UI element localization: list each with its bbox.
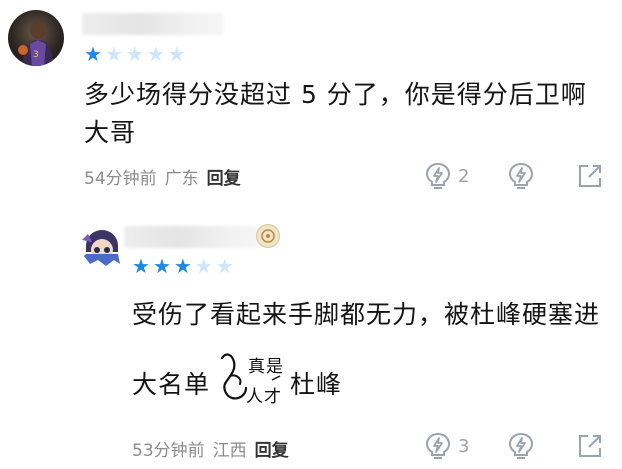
star-rating: ★ ★ ★ ★ ★ <box>84 44 186 64</box>
comment-time: 54分钟前 <box>84 169 157 189</box>
username-blurred[interactable] <box>124 226 260 248</box>
comment-text-segment: 大名单 <box>132 369 211 399</box>
user-badge-icon <box>256 224 280 248</box>
svg-text:3: 3 <box>33 50 39 60</box>
reply-button[interactable]: 回复 <box>207 164 241 189</box>
like-button[interactable]: 2 <box>424 162 469 190</box>
comment-text-segment: 杜峰 <box>290 369 343 399</box>
share-button[interactable] <box>577 433 603 459</box>
like-button[interactable]: 3 <box>424 432 469 460</box>
player-avatar-icon: 3 <box>18 21 54 66</box>
comment-text-line: 大哥 <box>84 118 137 147</box>
star-icon: ★ <box>173 254 192 278</box>
user-avatar[interactable]: 3 <box>8 10 64 66</box>
share-icon <box>579 435 601 457</box>
reply-button[interactable]: 回复 <box>255 436 289 461</box>
lightning-bulb-icon <box>508 432 534 459</box>
star-icon: ★ <box>104 42 123 66</box>
comment-location: 江西 <box>212 441 247 461</box>
star-icon: ★ <box>146 42 165 66</box>
star-icon: ★ <box>194 254 213 278</box>
cartoon-avatar-icon <box>82 230 120 266</box>
lightning-bulb-icon <box>425 432 451 459</box>
hand-drawn-meme-icon: 真是 人才 <box>220 353 284 407</box>
meme-sticker: 真是 人才 <box>216 348 284 421</box>
comment-text-line: 大名单 真是 人才 杜峰 <box>132 348 532 421</box>
dislike-button[interactable] <box>507 162 535 190</box>
comment-text: 多少场得分没超过 5 分了，你是得分后卫啊 大哥 <box>84 76 604 152</box>
like-count: 2 <box>458 165 470 187</box>
like-count: 3 <box>458 435 470 457</box>
comment-text-line: 受伤了看起来手脚都无力，被杜峰硬塞进 <box>132 300 601 329</box>
svg-text:人才: 人才 <box>246 387 282 407</box>
lightning-bulb-icon <box>425 162 451 189</box>
star-icon: ★ <box>84 42 102 66</box>
comment-time: 53分钟前 <box>132 441 205 461</box>
comment-meta: 53分钟前 江西 回复 <box>132 436 289 461</box>
share-icon <box>579 165 601 187</box>
star-icon: ★ <box>125 42 144 66</box>
comment-text-line: 多少场得分没超过 5 分了，你是得分后卫啊 <box>84 80 587 109</box>
star-icon: ★ <box>167 42 186 66</box>
comment-location: 广东 <box>164 169 199 189</box>
user-avatar[interactable] <box>80 226 124 270</box>
comment-meta: 54分钟前 广东 回复 <box>84 164 241 189</box>
star-icon: ★ <box>152 254 171 278</box>
share-button[interactable] <box>577 163 603 189</box>
star-icon: ★ <box>215 254 234 278</box>
username-blurred[interactable] <box>82 13 224 35</box>
meme-text: 真是 <box>248 357 284 377</box>
dislike-button[interactable] <box>507 432 535 460</box>
star-rating: ★ ★ ★ ★ ★ <box>132 256 234 276</box>
lightning-bulb-icon <box>508 162 534 189</box>
star-icon: ★ <box>132 254 150 278</box>
